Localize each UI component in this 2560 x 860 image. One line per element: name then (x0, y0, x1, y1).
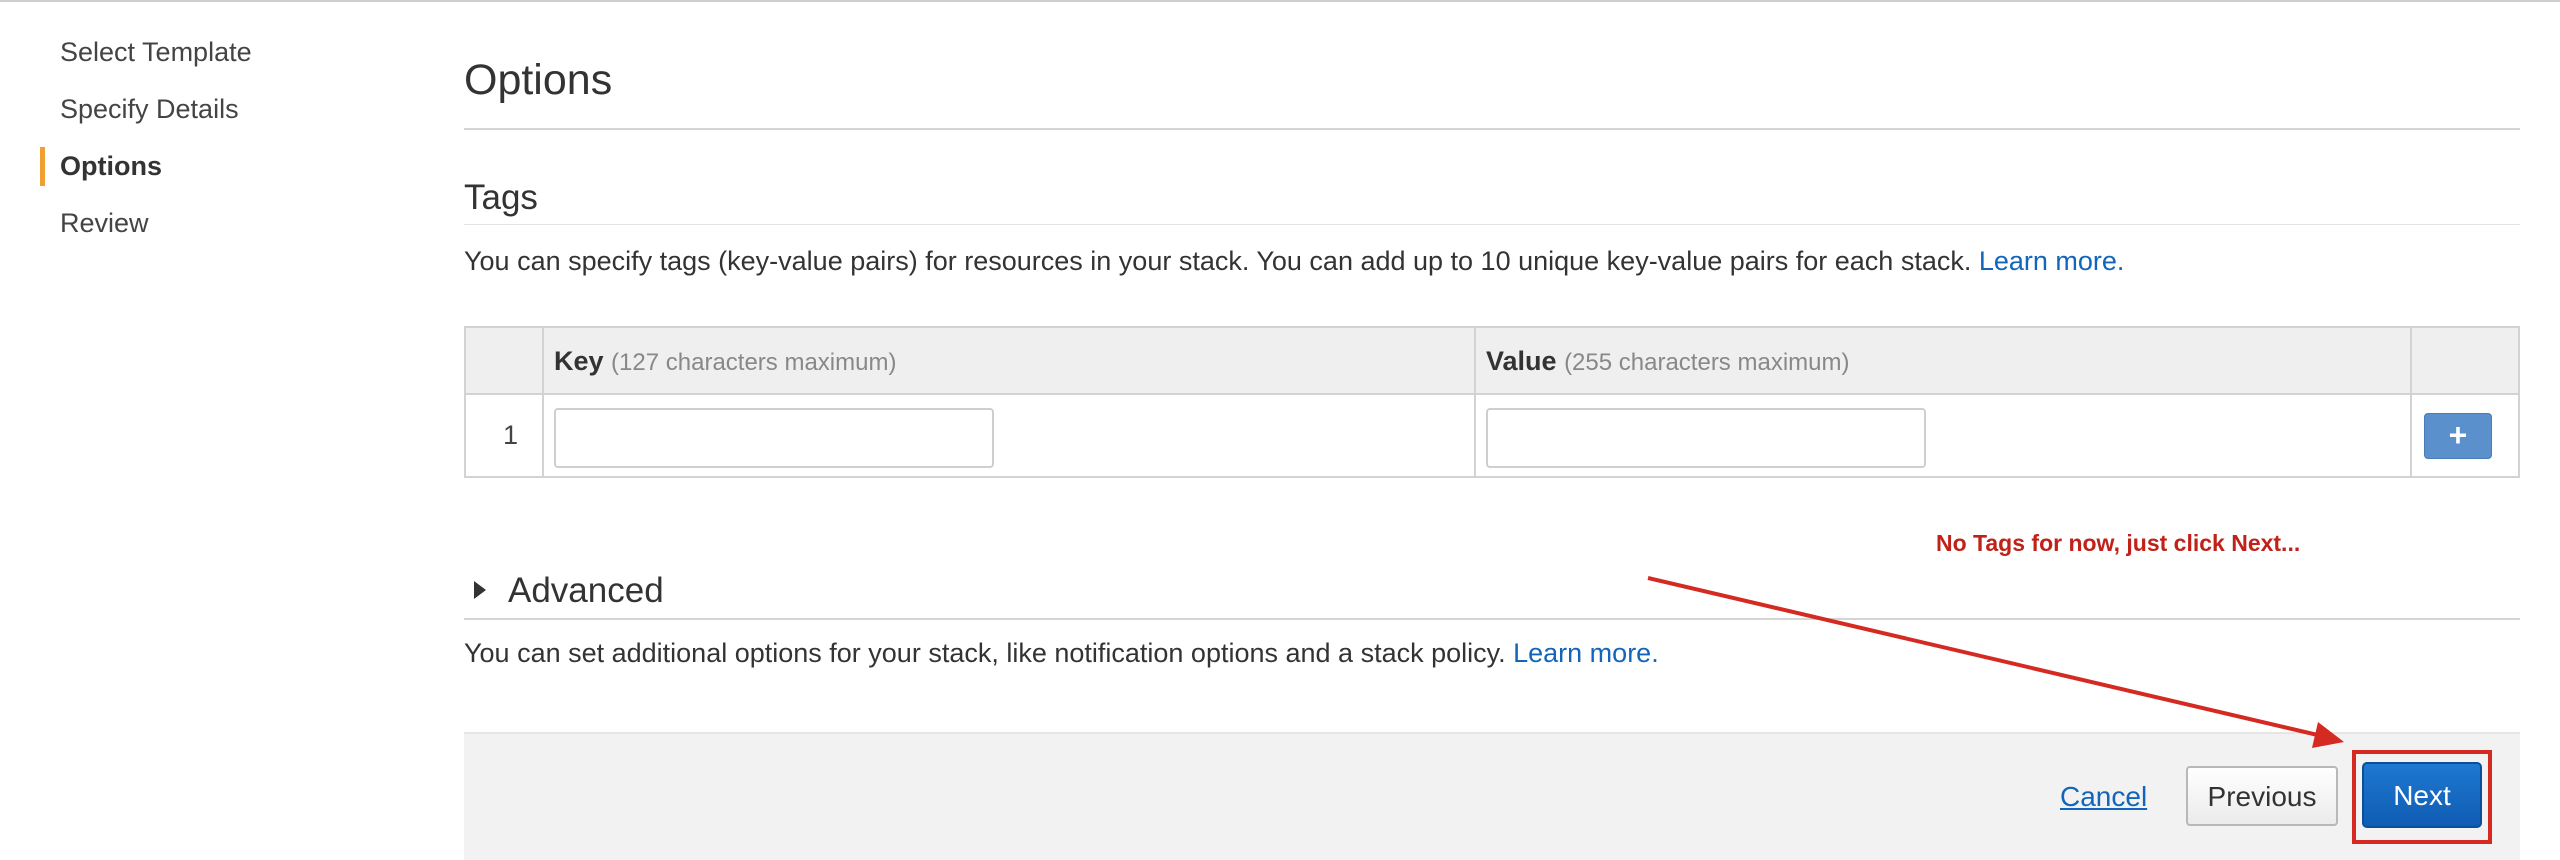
step-label: Options (60, 151, 162, 181)
active-step-marker (40, 147, 45, 186)
tag-key-input[interactable] (554, 408, 994, 468)
column-divider (2410, 328, 2412, 476)
step-label: Review (60, 208, 149, 238)
arrow-line (1647, 576, 2323, 738)
key-header-hint: (127 characters maximum) (611, 349, 897, 376)
wizard-steps-nav: Select Template Specify Details Options … (0, 30, 400, 258)
step-specify-details[interactable]: Specify Details (0, 87, 400, 144)
tags-divider (464, 224, 2520, 225)
plus-icon: + (2448, 417, 2468, 453)
tag-value-input[interactable] (1486, 408, 1926, 468)
value-header-label: Value (1486, 346, 1557, 376)
wizard-footer: Cancel Previous Next (464, 732, 2520, 860)
column-divider (1474, 328, 1476, 476)
step-review[interactable]: Review (0, 201, 400, 258)
advanced-divider (464, 618, 2520, 620)
caret-right-icon (474, 580, 486, 599)
advanced-description: You can set additional options for your … (464, 638, 1659, 669)
value-column-header: Value (255 characters maximum) (1486, 328, 1849, 395)
step-select-template[interactable]: Select Template (0, 30, 400, 87)
next-button[interactable]: Next (2362, 762, 2482, 828)
row-number: 1 (502, 420, 518, 450)
value-header-hint: (255 characters maximum) (1564, 349, 1850, 376)
annotation-callout: No Tags for now, just click Next... (1936, 530, 2301, 556)
add-tag-button[interactable]: + (2424, 413, 2492, 459)
page-title: Options (464, 56, 613, 104)
step-label: Select Template (60, 37, 252, 67)
tags-description: You can specify tags (key-value pairs) f… (464, 246, 2124, 277)
advanced-description-text: You can set additional options for your … (464, 638, 1506, 668)
cancel-link[interactable]: Cancel (2060, 734, 2147, 860)
previous-button[interactable]: Previous (2186, 766, 2338, 826)
key-header-label: Key (554, 346, 604, 376)
column-divider (542, 328, 544, 476)
top-divider (0, 0, 2560, 2)
advanced-learn-more-link[interactable]: Learn more. (1513, 638, 1659, 668)
advanced-section-toggle[interactable]: Advanced (474, 568, 664, 614)
tags-section-title: Tags (464, 178, 538, 217)
title-divider (464, 128, 2520, 130)
tags-table: Key (127 characters maximum) Value (255 … (464, 326, 2520, 478)
tags-learn-more-link[interactable]: Learn more. (1979, 246, 2125, 276)
key-column-header: Key (127 characters maximum) (554, 328, 896, 395)
advanced-section-title: Advanced (508, 571, 664, 610)
step-options[interactable]: Options (0, 144, 400, 201)
tags-description-text: You can specify tags (key-value pairs) f… (464, 246, 1972, 276)
step-label: Specify Details (60, 94, 239, 124)
